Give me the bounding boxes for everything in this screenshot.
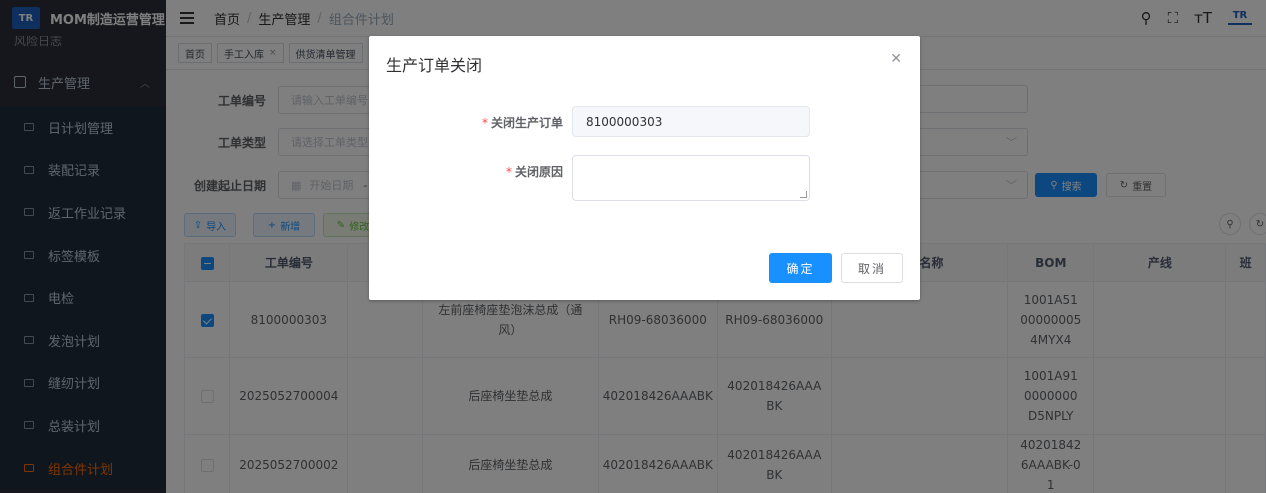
required-mark: * bbox=[481, 116, 488, 130]
close-icon[interactable]: ✕ bbox=[890, 51, 902, 67]
close-order-dialog: 生产订单关闭 ✕ * 关闭生产订单 8100000303 * 关闭原因 确定 取消 bbox=[369, 36, 920, 300]
close-order-input[interactable]: 8100000303 bbox=[572, 106, 810, 137]
confirm-button[interactable]: 确定 bbox=[769, 253, 832, 283]
order-label-text: 关闭生产订单 bbox=[490, 116, 563, 130]
close-reason-textarea[interactable] bbox=[572, 155, 810, 201]
reason-field-label: * 关闭原因 bbox=[443, 163, 563, 180]
dialog-title: 生产订单关闭 bbox=[386, 56, 483, 75]
reason-label-text: 关闭原因 bbox=[514, 165, 563, 179]
required-mark: * bbox=[505, 165, 512, 179]
cancel-button[interactable]: 取消 bbox=[841, 253, 903, 283]
order-field-label: * 关闭生产订单 bbox=[443, 114, 563, 131]
